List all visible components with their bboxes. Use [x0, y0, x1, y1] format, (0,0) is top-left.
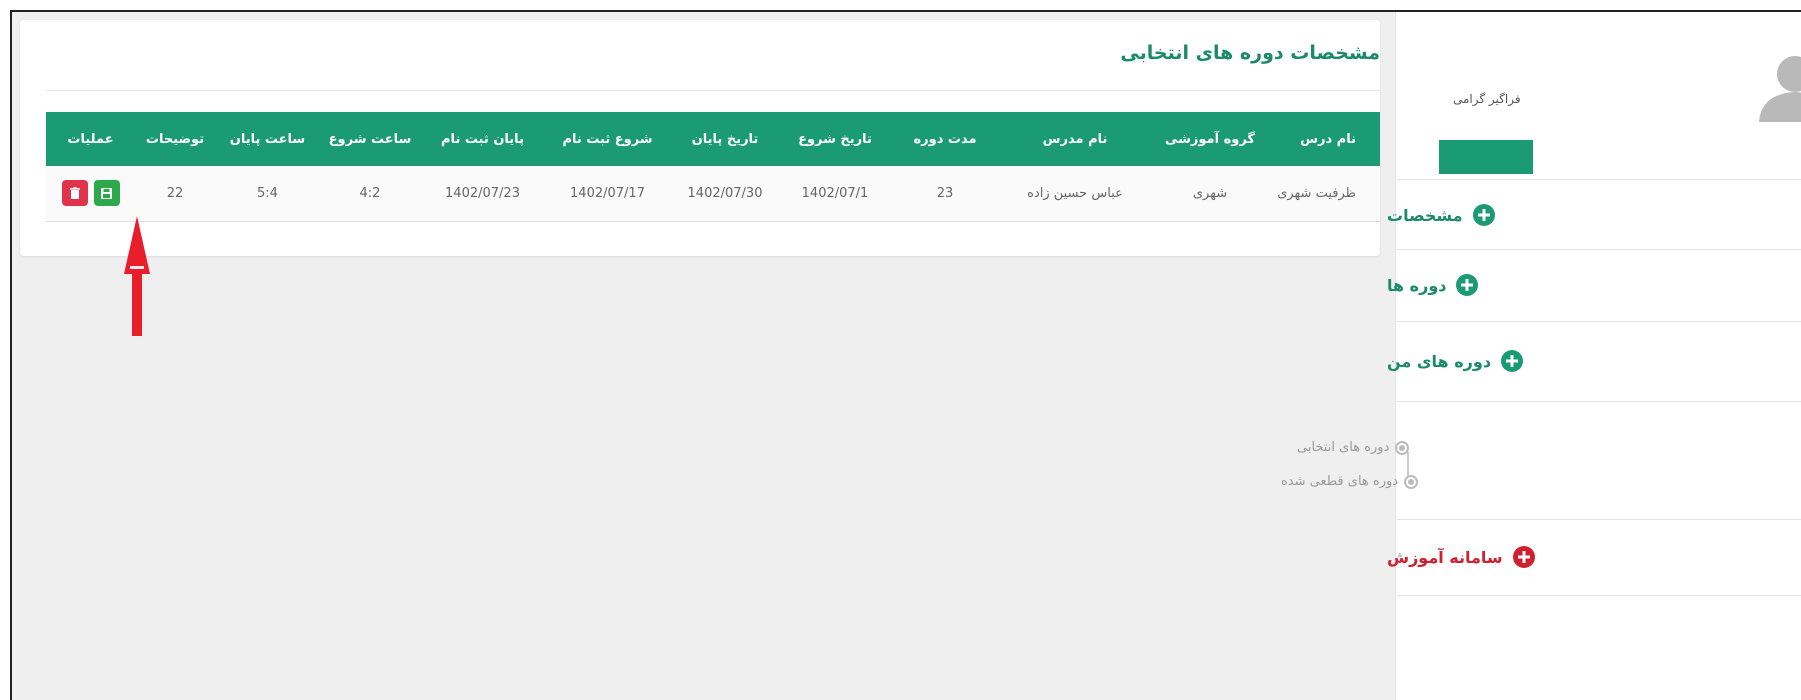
header-description: توضیحات: [135, 112, 215, 166]
my-courses-submenu: دوره های انتخابی دوره های قطعی شده: [1281, 402, 1801, 520]
save-button[interactable]: [93, 180, 120, 207]
header-start-time: ساعت شروع: [320, 112, 420, 166]
title-divider: [46, 90, 1380, 91]
red-arrow-up-icon: [124, 216, 150, 336]
operations-group: [61, 180, 120, 207]
radio-dot-icon: [1395, 440, 1410, 455]
header-reg-end: پایان ثبت نام: [420, 112, 545, 166]
submenu-item-finalized-courses[interactable]: دوره های قطعی شده: [1281, 474, 1419, 489]
floppy-disk-icon: [101, 187, 112, 199]
sidebar-item-my-courses[interactable]: دوره های من: [1387, 322, 1801, 402]
submenu-connector: [1407, 452, 1409, 476]
header-end-time: ساعت پایان: [215, 112, 320, 166]
cell-start-time: 4:2: [320, 166, 420, 222]
cell-description: 22: [135, 166, 215, 222]
cell-start-date: 1402/07/1: [780, 166, 890, 222]
sidebar-item-label: مشخصات: [1387, 205, 1463, 225]
sidebar-item-label: دوره ها: [1387, 275, 1447, 295]
header-duration: مدت دوره: [890, 112, 1000, 166]
header-reg-start: شروع ثبت نام: [545, 112, 670, 166]
submenu-item-label: دوره های انتخابی: [1297, 440, 1390, 455]
trash-icon: [69, 187, 80, 200]
cell-end-time: 5:4: [215, 166, 320, 222]
cell-course-name: ظرفیت شهری: [1270, 166, 1380, 222]
sidebar-item-education-system[interactable]: سامانه آموزش: [1387, 520, 1801, 596]
profile-card: فراگیر گرامی: [1397, 12, 1801, 180]
header-teacher: نام مدرس: [1000, 112, 1150, 166]
user-name-badge: [1439, 140, 1533, 174]
plus-circle-icon: [1456, 274, 1479, 296]
table-header-row: نام درس گروه آموزشی نام مدرس مدت دوره تا…: [46, 112, 1380, 166]
delete-button[interactable]: [61, 180, 88, 207]
sidebar-item-label: دوره های من: [1387, 351, 1492, 371]
cell-end-date: 1402/07/30: [670, 166, 780, 222]
plus-circle-icon: [1472, 204, 1495, 226]
user-silhouette-icon: [1759, 56, 1801, 122]
greeting-label: فراگیر گرامی: [1453, 92, 1521, 106]
cell-duration: 23: [890, 166, 1000, 222]
header-course-name: نام درس: [1270, 112, 1380, 166]
table-row: ظرفیت شهری شهری عباس حسین زاده 23 1402/0…: [46, 166, 1380, 222]
header-start-date: تاریخ شروع: [780, 112, 890, 166]
header-end-date: تاریخ پایان: [670, 112, 780, 166]
submenu-item-selected-courses[interactable]: دوره های انتخابی: [1297, 440, 1410, 455]
radio-dot-icon: [1404, 474, 1419, 489]
sidebar-item-label: سامانه آموزش: [1387, 547, 1503, 567]
cell-reg-start: 1402/07/17: [545, 166, 670, 222]
app-frame: مشخصات دوره های انتخابی نام درس گروه آمو…: [10, 10, 1801, 700]
cell-teacher: عباس حسین زاده: [1000, 166, 1150, 222]
cell-reg-end: 1402/07/23: [420, 166, 545, 222]
header-group: گروه آموزشی: [1150, 112, 1270, 166]
cell-operations: [46, 166, 135, 222]
selected-courses-panel: مشخصات دوره های انتخابی نام درس گروه آمو…: [20, 20, 1380, 256]
submenu-item-label: دوره های قطعی شده: [1281, 474, 1399, 489]
sidebar: فراگیر گرامی مشخصات دوره ها دوره های من: [1281, 12, 1801, 700]
header-operations: عملیات: [46, 112, 135, 166]
page-title: مشخصات دوره های انتخابی: [1120, 42, 1380, 64]
courses-table: نام درس گروه آموزشی نام مدرس مدت دوره تا…: [46, 112, 1380, 222]
sidebar-item-profile[interactable]: مشخصات: [1387, 180, 1801, 250]
plus-circle-icon: [1501, 350, 1524, 372]
sidebar-item-courses[interactable]: دوره ها: [1387, 250, 1801, 322]
plus-circle-icon: [1512, 546, 1535, 568]
cell-group: شهری: [1150, 166, 1270, 222]
